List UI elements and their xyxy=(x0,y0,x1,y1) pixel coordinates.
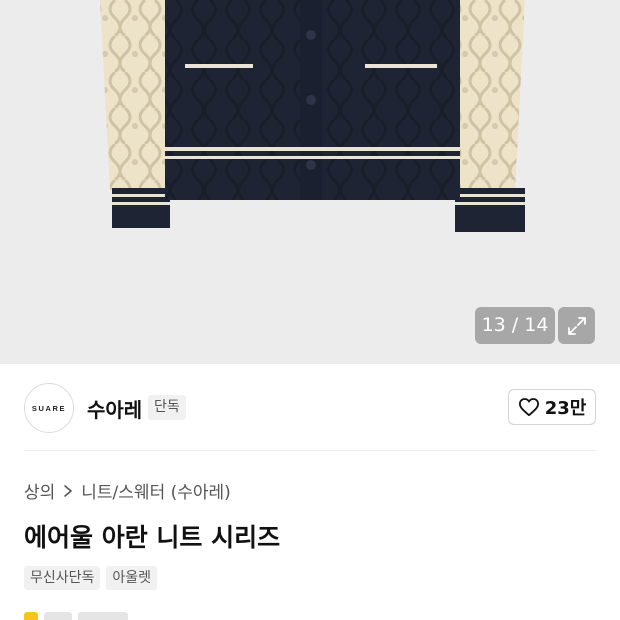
brand-logo[interactable]: SUARE xyxy=(24,383,74,433)
tag-musinsa-exclusive[interactable]: 무신사단독 xyxy=(24,566,101,590)
breadcrumb: 상의 니트/스웨터 (수아레) xyxy=(24,478,231,503)
star-icon xyxy=(24,612,38,620)
tag-outlet[interactable]: 아울렛 xyxy=(106,566,158,590)
breadcrumb-item-knit[interactable]: 니트/스웨터 (수아레) xyxy=(81,478,231,503)
image-counter: 13 / 14 xyxy=(475,307,555,344)
chevron-right-icon xyxy=(63,484,73,498)
product-image-gallery[interactable]: 13 / 14 xyxy=(0,0,620,364)
like-button[interactable]: 23만 xyxy=(508,389,596,425)
like-count: 23만 xyxy=(544,398,587,419)
rating-placeholder xyxy=(44,612,72,620)
brand-row: SUARE 수아레 단독 23만 xyxy=(0,364,620,452)
exclusive-badge: 단독 xyxy=(148,395,186,420)
expand-button[interactable] xyxy=(558,307,595,344)
product-title: 에어울 아란 니트 시리즈 xyxy=(24,523,281,552)
review-placeholder xyxy=(78,612,128,620)
brand-name[interactable]: 수아레 xyxy=(87,394,142,423)
product-tags: 무신사단독 아울렛 xyxy=(24,566,158,590)
section-divider xyxy=(24,450,596,451)
expand-icon xyxy=(567,316,586,335)
brand-logo-text: SUARE xyxy=(31,403,67,413)
breadcrumb-item-top[interactable]: 상의 xyxy=(24,478,55,503)
rating-row xyxy=(24,612,128,620)
heart-icon xyxy=(518,398,539,417)
